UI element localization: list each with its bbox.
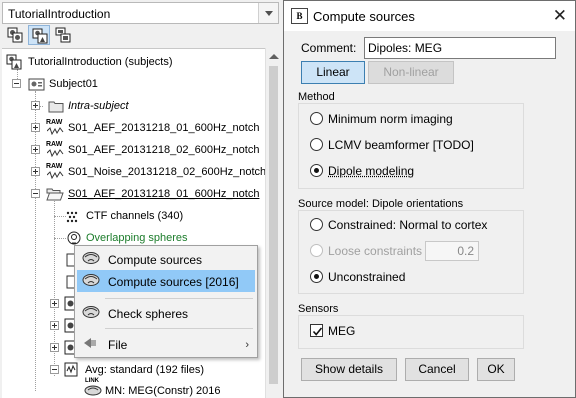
expand-icon[interactable] [50,299,59,308]
method-radio-lcmv[interactable] [310,138,323,151]
tree-label: TutorialIntroduction (subjects) [28,56,173,68]
ok-button[interactable]: OK [477,358,515,381]
dialog-titlebar[interactable]: B Compute sources ✕ [284,1,575,31]
orientation-radio-unconstrained[interactable] [310,270,323,283]
orientation-label: Constrained: Normal to cortex [328,218,488,232]
head-model-icon [67,231,81,245]
tree-label: Subject01 [49,78,98,90]
study-view-icon [55,27,71,43]
expand-icon[interactable] [50,343,59,352]
tree-label: S01_AEF_20131218_02_600Hz_notch [68,144,260,156]
show-details-button[interactable]: Show details [301,358,397,381]
loose-value-field[interactable]: 0.2 [425,241,479,261]
scroll-up-icon[interactable] [269,54,279,59]
method-label: LCMV beamformer [TODO] [328,138,474,152]
link-brain-icon: LINK [84,378,102,397]
collapse-icon[interactable] [31,189,40,198]
functional-data-view-icon [7,27,23,43]
cancel-button[interactable]: Cancel [405,358,469,381]
brain-icon [82,306,100,318]
channel-icon [66,211,78,223]
orientation-radio-constrained[interactable] [310,218,323,231]
scrollbar-thumb[interactable] [269,66,278,384]
tree-label: S01_AEF_20131218_01_600Hz_notch [68,188,260,200]
menu-separator [105,298,253,299]
raw-data-icon: RAW [46,163,64,180]
menu-item-file[interactable]: File › [77,333,255,355]
submenu-arrow-icon: › [245,339,249,351]
expand-icon[interactable] [50,321,59,330]
orientation-radio-loose[interactable] [310,244,323,257]
menu-separator [105,328,253,329]
average-icon [64,362,78,377]
brain-icon [82,274,100,286]
linear-button[interactable]: Linear [301,61,365,84]
comment-input[interactable] [364,37,556,59]
expand-icon[interactable] [31,123,40,132]
nonlinear-button[interactable]: Non-linear [368,61,454,84]
method-group-title: Method [298,91,335,103]
protocol-name: TutorialIntroduction [8,7,111,21]
protocol-icon [6,54,22,70]
open-folder-icon [46,188,64,201]
close-icon[interactable]: ✕ [553,6,567,26]
tree-label: Overlapping spheres [86,232,188,244]
method-radio-dipole[interactable] [310,164,323,177]
protocol-selector[interactable]: TutorialIntroduction [2,2,279,24]
raw-data-icon: RAW [46,119,64,136]
sensors-group-title: Sensors [298,303,339,315]
tree-label: S01_AEF_20131218_01_600Hz_notch [68,122,260,134]
tree-label: Intra-subject [68,100,129,112]
method-radio-minnorm[interactable] [310,112,323,125]
folder-icon [48,101,64,113]
brain-icon [82,252,100,264]
subject-view-icon [32,28,48,44]
database-explorer-panel: TutorialIntroduction TutorialIntroductio… [0,0,283,398]
subject-icon [28,78,45,91]
expand-icon[interactable] [31,101,40,110]
comment-label: Comment: [301,41,357,55]
context-menu: Compute sources Compute sources [2016] C… [74,245,258,358]
tree-label: MN: MEG(Constr) 2016 [105,385,221,397]
menu-item-compute-sources[interactable]: Compute sources [77,248,255,270]
meg-label: MEG [328,324,356,338]
expand-icon[interactable] [31,145,40,154]
meg-checkbox[interactable] [310,324,323,337]
raw-data-icon: RAW [46,141,64,158]
tree-label: CTF channels (340) [86,210,184,222]
study-view-button[interactable] [52,25,74,45]
tree-scrollbar[interactable] [265,48,281,398]
brainstorm-logo-icon: B [291,8,308,24]
orientation-label: Unconstrained [328,270,406,284]
checkmark-icon [312,327,323,336]
tree-label: S01_Noise_20131218_02_600Hz_notch [68,166,265,178]
method-label: Minimum norm imaging [328,112,453,126]
tree-label: Avg: standard (192 files) [85,364,205,376]
expand-icon[interactable] [31,167,40,176]
functional-view-button[interactable] [4,25,26,45]
collapse-icon[interactable] [50,365,59,374]
collapse-icon[interactable] [12,79,21,88]
file-icon [84,338,96,348]
orientation-label: Loose constraints [328,244,423,258]
menu-item-compute-sources-2016[interactable]: Compute sources [2016] [77,270,255,292]
subject-view-button[interactable] [28,25,50,45]
dialog-title: Compute sources [313,9,415,24]
method-label: Dipole modeling [328,164,415,178]
chevron-down-icon[interactable] [258,3,278,23]
source-model-group-title: Source model: Dipole orientations [298,198,464,210]
menu-item-check-spheres[interactable]: Check spheres [77,302,255,324]
compute-sources-dialog: B Compute sources ✕ Comment: Linear Non-… [283,0,576,398]
